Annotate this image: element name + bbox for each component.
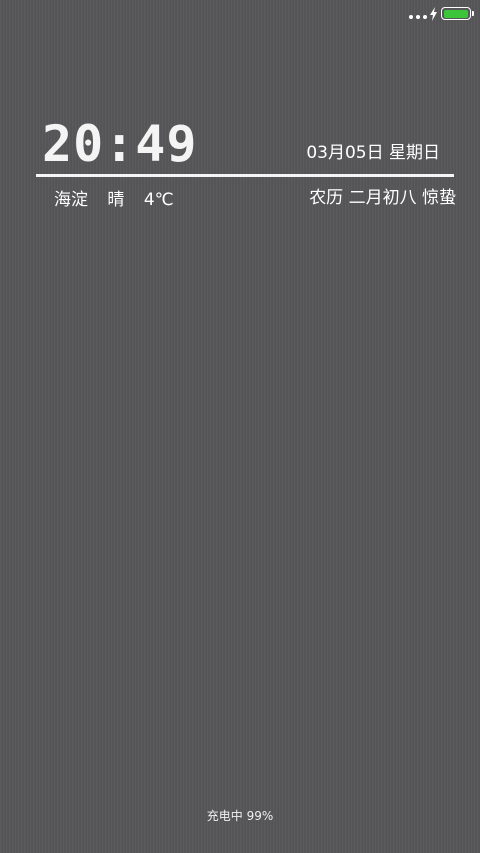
- battery-tip: [472, 11, 474, 16]
- temperature-label: 4℃: [143, 190, 174, 210]
- battery-level-fill: [443, 9, 469, 18]
- lunar-date-label: 农历 二月初八 惊蛰: [309, 188, 456, 208]
- status-bar: [0, 0, 480, 28]
- divider-line: [36, 174, 454, 177]
- battery-icon: [441, 7, 471, 20]
- date-label: 03月05日 星期日: [306, 143, 440, 163]
- weather-info: 海淀 晴 4℃: [54, 187, 174, 213]
- charging-bolt-icon: [430, 7, 437, 21]
- clock-time: 20:49: [42, 115, 198, 173]
- charging-status: 充电中 99%: [206, 809, 274, 823]
- weather-condition: 晴: [107, 190, 125, 210]
- location-label: 海淀: [54, 190, 88, 210]
- more-dots-icon: [409, 15, 427, 19]
